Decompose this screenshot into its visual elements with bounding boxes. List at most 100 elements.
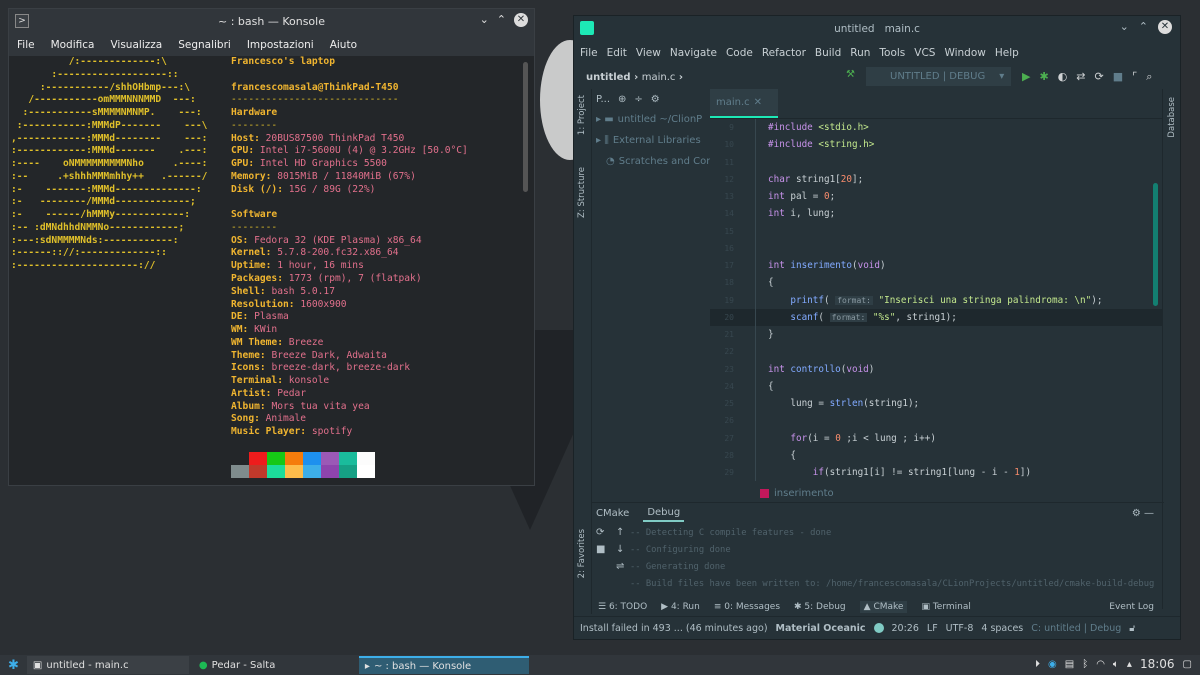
line-separator[interactable]: LF: [927, 623, 938, 634]
gutter[interactable]: [742, 446, 756, 464]
reload-icon[interactable]: ⟳: [596, 527, 616, 538]
app-launcher-icon[interactable]: ✱: [0, 658, 27, 673]
code-editor[interactable]: main.c ✕ 9 #include <stdio.h> 10 #include <s…: [710, 89, 1163, 499]
gutter[interactable]: [742, 274, 756, 292]
code-line[interactable]: 10 #include <string.h>: [710, 136, 1163, 154]
encoding[interactable]: UTF-8: [946, 623, 974, 634]
konsole-titlebar[interactable]: > ~ : bash — Konsole ⌄ ⌃ ✕: [9, 9, 534, 34]
code-line[interactable]: 14 int i, lung;: [710, 205, 1163, 223]
menu-impostazioni[interactable]: Impostazioni: [247, 39, 314, 51]
favorites-tool-tab[interactable]: 2: Favorites: [577, 529, 587, 578]
close-icon[interactable]: ✕: [1158, 20, 1172, 34]
menu-visualizza[interactable]: Visualizza: [110, 39, 162, 51]
attach-icon[interactable]: ⟳: [1095, 70, 1104, 84]
gutter[interactable]: [742, 308, 756, 326]
tool-window-messages[interactable]: ≡ 0: Messages: [714, 602, 780, 612]
code-line[interactable]: 26: [710, 412, 1163, 430]
tool-window-run[interactable]: ▶ 4: Run: [661, 602, 700, 612]
clipboard-icon[interactable]: ▤: [1065, 659, 1074, 670]
code-line[interactable]: 20 scanf( format: "%s", string1);: [710, 308, 1163, 326]
task-konsole[interactable]: ▸ ~ : bash — Konsole: [358, 656, 529, 674]
wifi-icon[interactable]: ◠: [1096, 659, 1105, 670]
updates-icon[interactable]: ◉: [1048, 659, 1057, 670]
gutter[interactable]: [742, 360, 756, 378]
tool-window-todo[interactable]: ☰ 6: TODO: [598, 602, 647, 612]
tab-debug[interactable]: Debug: [643, 505, 685, 522]
scrollbar[interactable]: [523, 62, 528, 192]
tree-item-scratches[interactable]: ◔ Scratches and Con: [592, 151, 710, 172]
menu-help[interactable]: Help: [995, 47, 1019, 59]
lock-icon[interactable]: 🔓︎: [1129, 623, 1135, 634]
gutter[interactable]: [742, 343, 756, 361]
close-icon[interactable]: ✕: [514, 13, 528, 27]
menu-segnalibri[interactable]: Segnalibri: [178, 39, 231, 51]
database-tool-tab[interactable]: Database: [1167, 97, 1177, 138]
menu-view[interactable]: View: [636, 47, 661, 59]
stop-icon[interactable]: ■: [596, 544, 616, 555]
theme-name[interactable]: Material Oceanic: [776, 623, 866, 634]
gutter[interactable]: [742, 119, 756, 137]
terminal-output[interactable]: /:-------------:\ :-------------------::…: [9, 56, 534, 486]
project-view-select[interactable]: P...: [596, 94, 610, 105]
cursor-position[interactable]: 20:26: [892, 623, 919, 634]
menu-window[interactable]: Window: [944, 47, 985, 59]
gutter[interactable]: [742, 429, 756, 447]
gutter[interactable]: [742, 257, 756, 275]
code-line[interactable]: 23 int controllo(void): [710, 360, 1163, 378]
gutter[interactable]: [742, 377, 756, 395]
code-line[interactable]: 21}: [710, 326, 1163, 344]
gutter[interactable]: [742, 153, 756, 171]
gutter[interactable]: [742, 205, 756, 223]
menu-aiuto[interactable]: Aiuto: [330, 39, 357, 51]
tool-window-debug[interactable]: ✱ 5: Debug: [794, 602, 846, 612]
project-tool-tab[interactable]: 1: Project: [577, 95, 587, 135]
locate-icon[interactable]: ⊕: [618, 94, 626, 105]
maximize-icon[interactable]: ⌃: [1139, 20, 1148, 34]
menu-build[interactable]: Build: [815, 47, 841, 59]
menu-file[interactable]: File: [580, 47, 598, 59]
tray-expand-icon[interactable]: ▴: [1127, 659, 1132, 670]
code-line[interactable]: 29 if(string1[i] != string1[lung - i - 1…: [710, 464, 1163, 482]
media-icon[interactable]: ⏵: [1035, 659, 1040, 670]
minimize-icon[interactable]: ⌄: [480, 13, 489, 27]
code-line[interactable]: 28 {: [710, 446, 1163, 464]
code-line[interactable]: 16: [710, 239, 1163, 257]
tool-window-terminal[interactable]: ▣ Terminal: [921, 602, 970, 612]
menu-run[interactable]: Run: [850, 47, 870, 59]
code-line[interactable]: 17 int inserimento(void): [710, 257, 1163, 275]
menu-navigate[interactable]: Navigate: [670, 47, 717, 59]
menu-tools[interactable]: Tools: [879, 47, 905, 59]
debug-icon[interactable]: ✱: [1039, 70, 1048, 84]
show-desktop-icon[interactable]: ▢: [1183, 659, 1192, 670]
task-clion[interactable]: ▣ untitled - main.c: [26, 656, 189, 674]
resolve-context[interactable]: C: untitled | Debug: [1031, 623, 1121, 634]
gear-icon[interactable]: ⚙: [651, 94, 660, 105]
volume-icon[interactable]: 🔈︎: [1113, 659, 1119, 670]
profiler-icon[interactable]: ⇄: [1076, 70, 1085, 84]
tab-cmake[interactable]: CMake: [596, 508, 629, 519]
bluetooth-icon[interactable]: ᛒ: [1082, 659, 1088, 670]
stop-icon[interactable]: ■: [1113, 70, 1123, 84]
minimize-icon[interactable]: ⌄: [1120, 20, 1129, 34]
code-line[interactable]: 27 for(i = 0 ;i < lung ; i++): [710, 429, 1163, 447]
menu-file[interactable]: File: [17, 39, 35, 51]
code-line[interactable]: 12 char string1[20];: [710, 170, 1163, 188]
structure-tool-tab[interactable]: Z: Structure: [577, 167, 587, 218]
code-line[interactable]: 9 #include <stdio.h>: [710, 119, 1163, 137]
editor-breadcrumb[interactable]: inserimento: [760, 485, 834, 501]
layout-icon[interactable]: ⌜: [1132, 70, 1137, 84]
code-line[interactable]: 11: [710, 153, 1163, 171]
menu-vcs[interactable]: VCS: [914, 47, 935, 59]
gutter[interactable]: [742, 326, 756, 344]
build-icon[interactable]: ⚒: [846, 69, 855, 80]
indent[interactable]: 4 spaces: [981, 623, 1023, 634]
gutter[interactable]: [742, 222, 756, 240]
tree-item-untitled[interactable]: ▸ ▬ untitled ~/ClionP: [592, 109, 710, 130]
gutter[interactable]: [742, 291, 756, 309]
code-line[interactable]: 24 {: [710, 377, 1163, 395]
gear-icon[interactable]: ⚙ —: [1132, 508, 1154, 519]
clion-titlebar[interactable]: untitled main.c ⌄ ⌃ ✕: [574, 16, 1180, 41]
event-log-button[interactable]: Event Log: [1109, 602, 1154, 612]
gutter[interactable]: [742, 239, 756, 257]
gutter[interactable]: [742, 170, 756, 188]
